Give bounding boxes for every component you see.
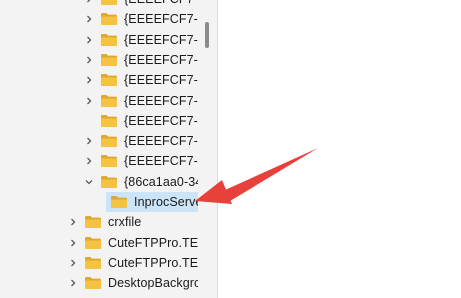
tree-item-label: {EEEEFCF7-8670 (124, 113, 198, 128)
chevron-right-icon[interactable] (82, 91, 96, 111)
tree-item-label: {EEEEFCF7-8670 (124, 134, 198, 149)
folder-icon (100, 134, 124, 148)
tree-item-label: {EEEEFCF7-8670 (124, 93, 198, 108)
tree-item[interactable]: {EEEEFCF7-8670 (82, 70, 198, 90)
tree-scrollbar[interactable] (198, 0, 217, 298)
tree-item[interactable]: {EEEEFCF7-8670 (82, 50, 198, 70)
scrollbar-thumb[interactable] (205, 22, 209, 48)
tree-item[interactable]: {EEEEFCF7-8670 (82, 131, 198, 151)
tree-item-label: {EEEEFCF7-8670 (124, 73, 198, 88)
tree-item[interactable]: {86ca1aa0-34aa (82, 172, 198, 192)
tree-item[interactable]: {EEEEFCF7-8670 (82, 151, 198, 171)
chevron-right-icon[interactable] (82, 30, 96, 50)
values-pane (218, 0, 461, 298)
chevron-right-icon[interactable] (82, 9, 96, 29)
tree-item-label: {EEEEFCF7-8670 (124, 32, 198, 47)
chevron-right-icon[interactable] (66, 253, 80, 273)
chevron-right-icon[interactable] (66, 233, 80, 253)
tree-item-label: DesktopBackground (108, 276, 198, 291)
folder-icon (110, 195, 134, 209)
tree-item[interactable]: DesktopBackground (66, 273, 198, 293)
tree-item[interactable]: InprocServer32 (106, 192, 198, 212)
tree-item[interactable]: {EEEEFCF7-8670 (82, 30, 198, 50)
folder-icon (100, 0, 124, 6)
tree-item[interactable]: {EEEEFCF7-8670 (82, 9, 198, 29)
folder-icon (100, 175, 124, 189)
tree-item[interactable]: CuteFTPPro.TECore (66, 233, 198, 253)
tree-item-label: {EEEEFCF7-8670 (124, 52, 198, 67)
folder-icon (84, 215, 108, 229)
chevron-right-icon[interactable] (82, 0, 96, 9)
folder-icon (100, 73, 124, 87)
tree-item-label: CuteFTPPro.TECore (108, 235, 198, 250)
tree-item-label: CuteFTPPro.TECore (108, 255, 198, 270)
tree-item[interactable]: CuteFTPPro.TECore (66, 253, 198, 273)
chevron-right-icon[interactable] (82, 50, 96, 70)
chevron-right-icon[interactable] (66, 212, 80, 232)
registry-tree-pane: {EEEEFCF7-8670 {EEEEFCF7-8670 {EEEEFCF7-86… (0, 0, 198, 298)
tree-item-label: {EEEEFCF7-8670 (124, 0, 198, 6)
folder-icon (84, 276, 108, 290)
folder-icon (84, 256, 108, 270)
tree-item[interactable]: {EEEEFCF7-8670 (82, 111, 198, 131)
folder-icon (84, 236, 108, 250)
tree-item[interactable]: {EEEEFCF7-8670 (82, 0, 198, 9)
tree-item[interactable]: crxfile (66, 212, 198, 232)
tree-item-label: {86ca1aa0-34aa (124, 174, 198, 189)
folder-icon (100, 53, 124, 67)
tree-item-label: InprocServer32 (134, 195, 198, 209)
chevron-right-icon[interactable] (82, 131, 96, 151)
chevron-right-icon[interactable] (82, 151, 96, 171)
chevron-right-icon[interactable] (66, 273, 80, 293)
folder-icon (100, 94, 124, 108)
folder-icon (100, 12, 124, 26)
expander-placeholder (82, 111, 96, 131)
tree-item[interactable]: {EEEEFCF7-8670 (82, 91, 198, 111)
tree-item-label: {EEEEFCF7-8670 (124, 12, 198, 27)
folder-icon (100, 114, 124, 128)
chevron-down-icon[interactable] (82, 172, 96, 192)
folder-icon (100, 33, 124, 47)
tree-item-label: crxfile (108, 215, 142, 230)
tree-item-label: {EEEEFCF7-8670 (124, 154, 198, 169)
folder-icon (100, 154, 124, 168)
chevron-right-icon[interactable] (82, 70, 96, 90)
